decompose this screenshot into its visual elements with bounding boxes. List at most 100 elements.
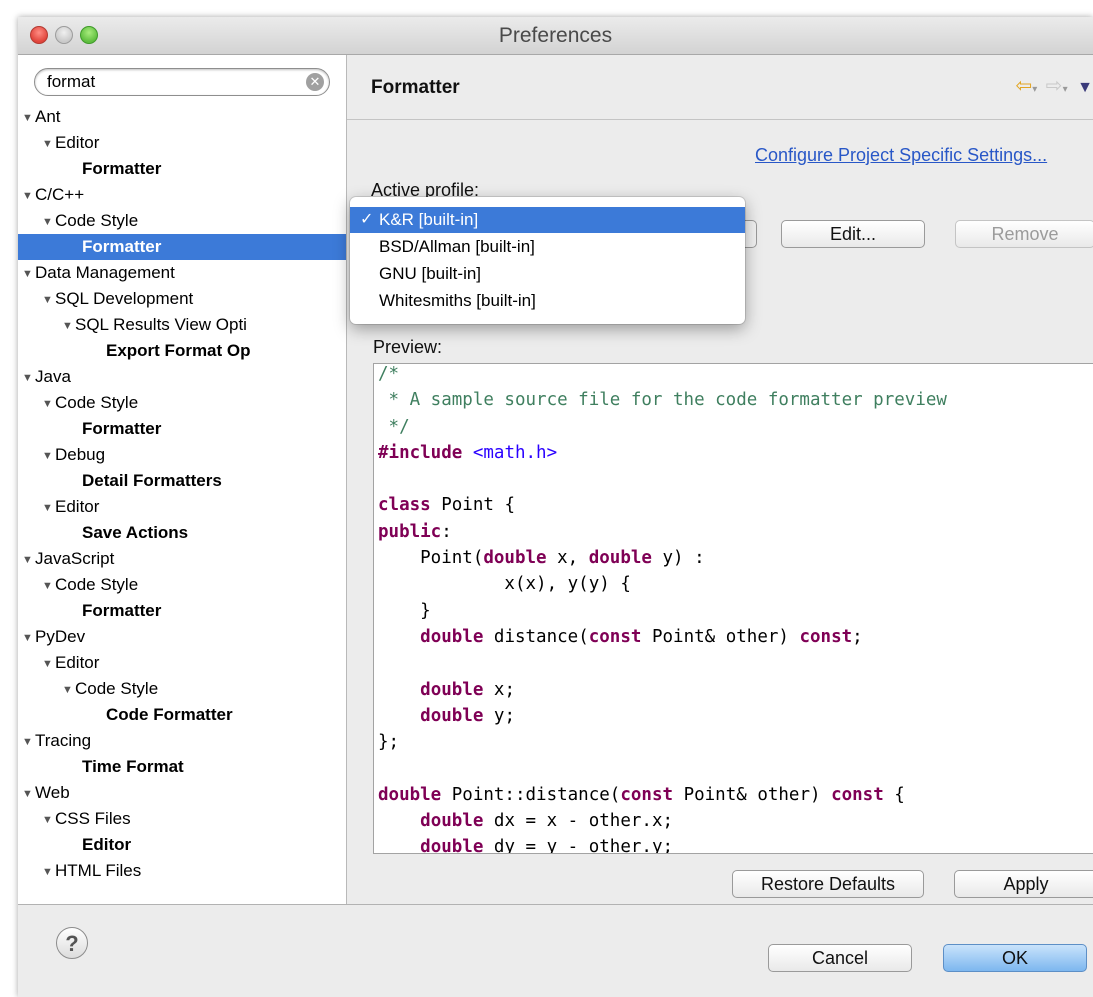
tree-item-label: Tracing [35,731,92,750]
expand-triangle-icon[interactable]: ▼ [22,729,35,754]
expand-triangle-icon[interactable]: ▼ [22,781,35,806]
tree-item-label: Formatter [82,601,162,620]
code-token: Point( [378,548,484,569]
expand-triangle-icon[interactable]: ▼ [22,105,35,130]
edit-button[interactable]: Edit... [781,220,925,248]
expand-triangle-icon[interactable]: ▼ [42,443,55,468]
tree-item[interactable]: Save Actions [18,520,346,546]
tree-item[interactable]: ▼ Editor [18,494,346,520]
expand-triangle-icon[interactable]: ▼ [42,287,55,312]
tree-item-label: JavaScript [35,549,115,568]
apply-button[interactable]: Apply [954,870,1093,898]
tree-item[interactable]: ▼ HTML Files [18,858,346,884]
tree-item[interactable]: ▼ CSS Files [18,806,346,832]
search-input[interactable]: format [47,72,95,92]
tree-item[interactable]: Formatter [18,598,346,624]
tree-item[interactable]: ▼ SQL Development [18,286,346,312]
profile-option[interactable]: BSD/Allman [built-in] [350,234,745,260]
configure-project-settings-link[interactable]: Configure Project Specific Settings... [755,145,1047,166]
tree-item[interactable]: ▼ PyDev [18,624,346,650]
help-icon[interactable]: ? [56,927,88,959]
filter-search-field[interactable]: format ✕ [34,68,330,96]
expand-triangle-icon[interactable]: ▼ [42,209,55,234]
tree-item-label: C/C++ [35,185,85,204]
code-token: dy = y - other.y; [483,837,674,854]
tree-item[interactable]: ▼ C/C++ [18,182,346,208]
restore-defaults-button[interactable]: Restore Defaults [732,870,924,898]
code-token: double [378,784,442,805]
code-token: double [483,548,547,569]
profile-option[interactable]: ✓ K&R [built-in] [350,207,745,233]
tree-item[interactable]: ▼ Debug [18,442,346,468]
code-token: } [378,600,431,621]
code-token: Point::distance( [441,784,621,805]
code-token: dx = x - other.x; [483,811,674,832]
tree-item[interactable]: ▼ Ant [18,104,346,130]
expand-triangle-icon[interactable]: ▼ [42,495,55,520]
formatter-page: Formatter ⇦▾ ⇨▾ ▼ Configure Project Spec… [347,55,1093,904]
expand-triangle-icon[interactable]: ▼ [42,573,55,598]
tree-item[interactable]: ▼ Code Style [18,390,346,416]
ok-button[interactable]: OK [943,944,1087,972]
expand-triangle-icon[interactable]: ▼ [42,131,55,156]
back-arrow-icon[interactable]: ⇦ [1015,75,1032,97]
code-token: * A sample source file for the code form… [378,390,947,411]
tree-item[interactable]: Export Format Op [18,338,346,364]
tree-item[interactable]: ▼ Code Style [18,676,346,702]
expand-triangle-icon[interactable]: ▼ [22,625,35,650]
expand-triangle-icon[interactable]: ▼ [42,859,55,884]
tree-item[interactable]: ▼ Code Style [18,208,346,234]
tree-item-label: Editor [55,497,100,516]
tree-item-label: Formatter [82,237,162,256]
tree-item[interactable]: Time Format [18,754,346,780]
cancel-button[interactable]: Cancel [768,944,912,972]
expand-triangle-icon[interactable]: ▼ [22,183,35,208]
code-token: const [831,784,884,805]
tree-item-label: SQL Development [55,289,194,308]
profile-option-label: Whitesmiths [built-in] [379,291,536,310]
tree-item-label: Java [35,367,71,386]
profile-option-label: BSD/Allman [built-in] [379,237,535,256]
tree-item[interactable]: ▼ Tracing [18,728,346,754]
tree-item[interactable]: Formatter [18,156,346,182]
expand-triangle-icon[interactable]: ▼ [62,677,75,702]
tree-item[interactable]: ▼ JavaScript [18,546,346,572]
tree-item[interactable]: ▼ Data Management [18,260,346,286]
code-token: x, [546,548,589,569]
forward-dropdown-icon[interactable]: ▾ [1063,84,1068,95]
expand-triangle-icon[interactable]: ▼ [62,313,75,338]
code-token: double [588,548,652,569]
tree-item[interactable]: Formatter [18,234,346,260]
code-token: */ [378,416,410,437]
expand-triangle-icon[interactable]: ▼ [42,391,55,416]
tree-item-label: Code Style [75,679,159,698]
code-token: y) : [651,548,705,569]
view-menu-icon[interactable]: ▼ [1077,79,1093,96]
tree-item[interactable]: ▼ Editor [18,130,346,156]
clear-search-icon[interactable]: ✕ [306,73,324,91]
profile-option[interactable]: GNU [built-in] [350,261,745,287]
tree-item[interactable]: Code Formatter [18,702,346,728]
back-dropdown-icon[interactable]: ▾ [1032,84,1037,95]
tree-item-label: Editor [55,133,100,152]
tree-item[interactable]: ▼ Editor [18,650,346,676]
tree-item[interactable]: ▼ Web [18,780,346,806]
tree-item[interactable]: ▼ SQL Results View Opti [18,312,346,338]
expand-triangle-icon[interactable]: ▼ [42,807,55,832]
remove-button[interactable]: Remove [955,220,1093,248]
tree-item-label: Editor [82,835,132,854]
expand-triangle-icon[interactable]: ▼ [22,365,35,390]
tree-item[interactable]: Formatter [18,416,346,442]
expand-triangle-icon[interactable]: ▼ [22,547,35,572]
tree-item-label: Web [35,783,70,802]
tree-item[interactable]: Detail Formatters [18,468,346,494]
forward-arrow-icon[interactable]: ⇨ [1046,75,1063,97]
tree-item[interactable]: ▼ Code Style [18,572,346,598]
tree-item[interactable]: ▼ Java [18,364,346,390]
profile-option[interactable]: Whitesmiths [built-in] [350,288,745,314]
expand-triangle-icon[interactable]: ▼ [22,261,35,286]
tree-item[interactable]: Editor [18,832,346,858]
code-token: distance( [483,626,589,647]
expand-triangle-icon[interactable]: ▼ [42,651,55,676]
